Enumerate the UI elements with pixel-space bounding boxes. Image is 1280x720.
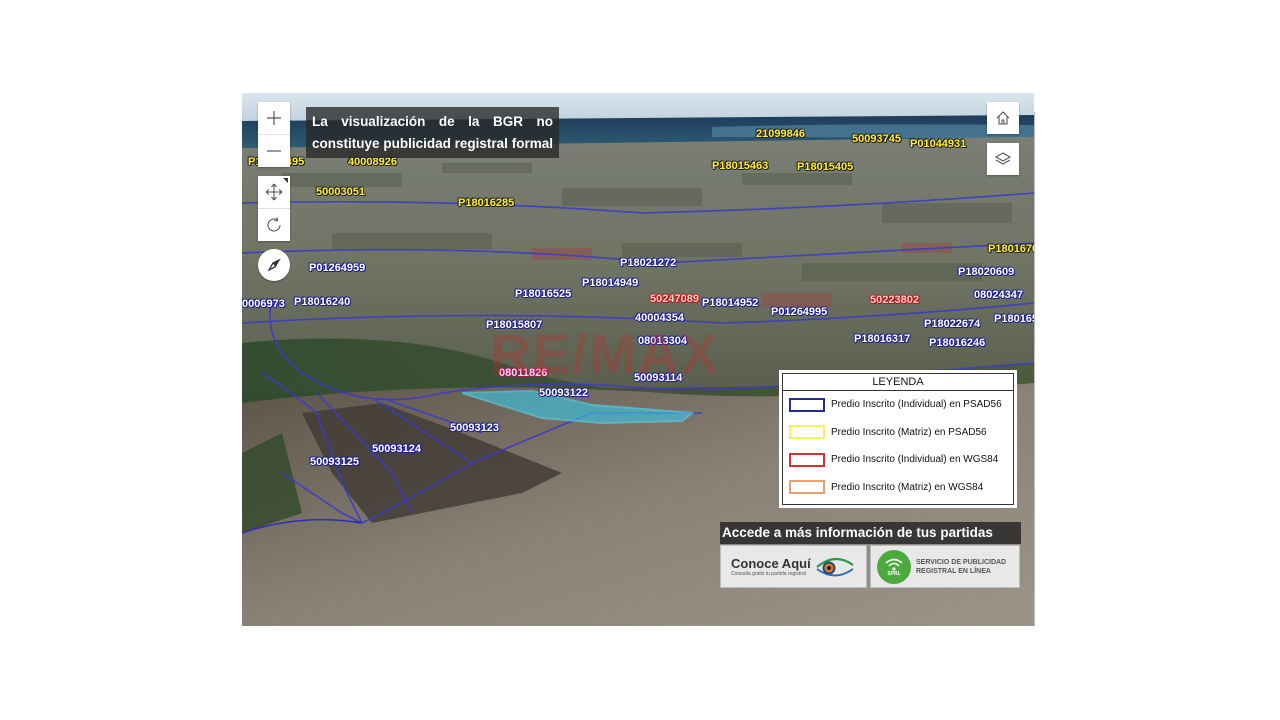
map-view[interactable]: P180154954000892650003051P18016285210998… — [242, 93, 1034, 626]
promo-title: Accede a más información de tus partidas — [720, 522, 1021, 544]
parcel-label: 50003051 — [316, 186, 365, 198]
parcel-label: P18014952 — [702, 297, 759, 309]
legend-item: Predio Inscrito (Individual) en WGS84 — [783, 446, 1013, 474]
parcel-label: P18016317 — [854, 333, 911, 345]
eye-logo-icon — [815, 557, 854, 576]
parcel-label: P18015405 — [797, 161, 854, 173]
sprl-link[interactable]: SPRL SERVICIO DE PUBLICIDAD REGISTRAL EN… — [870, 545, 1020, 588]
parcel-label: P18021272 — [620, 257, 677, 269]
legend-item: Predio Inscrito (Individual) en PSAD56 — [783, 391, 1013, 419]
parcel-label: P18016525 — [515, 288, 572, 300]
promo-cards: Conoce Aquí Consulta gratis tu partida r… — [720, 545, 1021, 588]
navigation-controls — [258, 176, 290, 241]
sprl-line-1: SERVICIO DE PUBLICIDAD — [916, 558, 1007, 566]
legend-item: Predio Inscrito (Matriz) en WGS84 — [783, 474, 1013, 502]
parcel-label: P18016240 — [294, 296, 351, 308]
minus-icon — [267, 150, 281, 152]
parcel-label: P18015463 — [712, 160, 769, 172]
sprl-logo-icon: SPRL — [877, 549, 911, 584]
home-button[interactable] — [987, 102, 1019, 134]
home-icon — [996, 111, 1010, 125]
corner-indicator-icon — [283, 178, 288, 183]
layers-button[interactable] — [987, 143, 1019, 175]
parcel-label: 50093745 — [852, 133, 901, 145]
parcel-label: 50093124 — [372, 443, 421, 455]
parcel-label: P18020609 — [958, 266, 1015, 278]
legend-item: Predio Inscrito (Matriz) en PSAD56 — [783, 419, 1013, 447]
map-legend: LEYENDA Predio Inscrito (Individual) en … — [779, 370, 1017, 508]
legend-label: Predio Inscrito (Individual) en WGS84 — [831, 454, 999, 466]
conoce-text: Conoce Aquí Consulta gratis tu partida r… — [731, 555, 811, 577]
legend-swatch — [789, 452, 825, 467]
disclaimer-banner: La visualización de la BGR no constituye… — [306, 107, 559, 158]
legend-swatch — [789, 480, 825, 495]
parcel-label: P18016246 — [929, 337, 986, 349]
legend-label: Predio Inscrito (Matriz) en PSAD56 — [831, 426, 987, 438]
parcel-label: 50247089 — [650, 293, 699, 305]
legend-label: Predio Inscrito (Matriz) en WGS84 — [831, 481, 984, 493]
sprl-line-2: REGISTRAL EN LÍNEA — [916, 567, 991, 575]
zoom-out-button[interactable] — [258, 134, 290, 167]
sprl-text: SERVICIO DE PUBLICIDAD REGISTRAL EN LÍNE… — [916, 558, 1006, 576]
sprl-logo-text: SPRL — [887, 570, 901, 577]
parcel-label: P18016285 — [458, 197, 515, 209]
legend-swatch — [789, 397, 825, 412]
move-icon — [265, 183, 283, 201]
zoom-in-button[interactable] — [258, 102, 290, 134]
legend-title: LEYENDA — [783, 374, 1013, 391]
conoce-aqui-link[interactable]: Conoce Aquí Consulta gratis tu partida r… — [720, 545, 867, 588]
parcel-label: 50093125 — [310, 456, 359, 468]
compass-button[interactable] — [258, 249, 290, 281]
parcel-label: P01264959 — [309, 262, 366, 274]
parcel-label: P01044931 — [910, 138, 967, 150]
parcel-label: 50093122 — [539, 387, 588, 399]
parcel-label: P1801670 — [988, 243, 1034, 255]
parcel-label: P18022674 — [924, 318, 981, 330]
conoce-main-label: Conoce Aquí — [731, 555, 811, 571]
promo-panel: Accede a más información de tus partidas… — [720, 522, 1021, 589]
conoce-sub-label: Consulta gratis tu partida registral — [731, 570, 806, 577]
parcel-label: P18014949 — [582, 277, 639, 289]
compass-icon — [267, 258, 281, 272]
parcel-label: 50223802 — [870, 294, 919, 306]
parcel-label: 50093123 — [450, 422, 499, 434]
parcel-label: P180165 — [994, 313, 1034, 325]
parcel-label: 21099846 — [756, 128, 805, 140]
legend-label: Predio Inscrito (Individual) en PSAD56 — [831, 399, 1002, 411]
rotate-icon — [267, 217, 281, 232]
legend-swatch — [789, 425, 825, 440]
watermark: RE/MAX — [490, 322, 720, 385]
rotate-button[interactable] — [258, 208, 290, 241]
zoom-controls — [258, 102, 290, 167]
wifi-icon — [885, 558, 903, 571]
pan-button[interactable] — [258, 176, 290, 208]
parcel-label: P01264995 — [771, 306, 828, 318]
scrollbar-edge — [1034, 112, 1038, 626]
legend-frame: LEYENDA Predio Inscrito (Individual) en … — [782, 373, 1014, 505]
layers-control — [987, 143, 1019, 175]
home-control — [987, 102, 1019, 134]
parcel-label: 0006973 — [242, 298, 285, 310]
layers-icon — [994, 152, 1012, 165]
plus-icon — [267, 111, 281, 125]
parcel-label: 08024347 — [974, 289, 1023, 301]
